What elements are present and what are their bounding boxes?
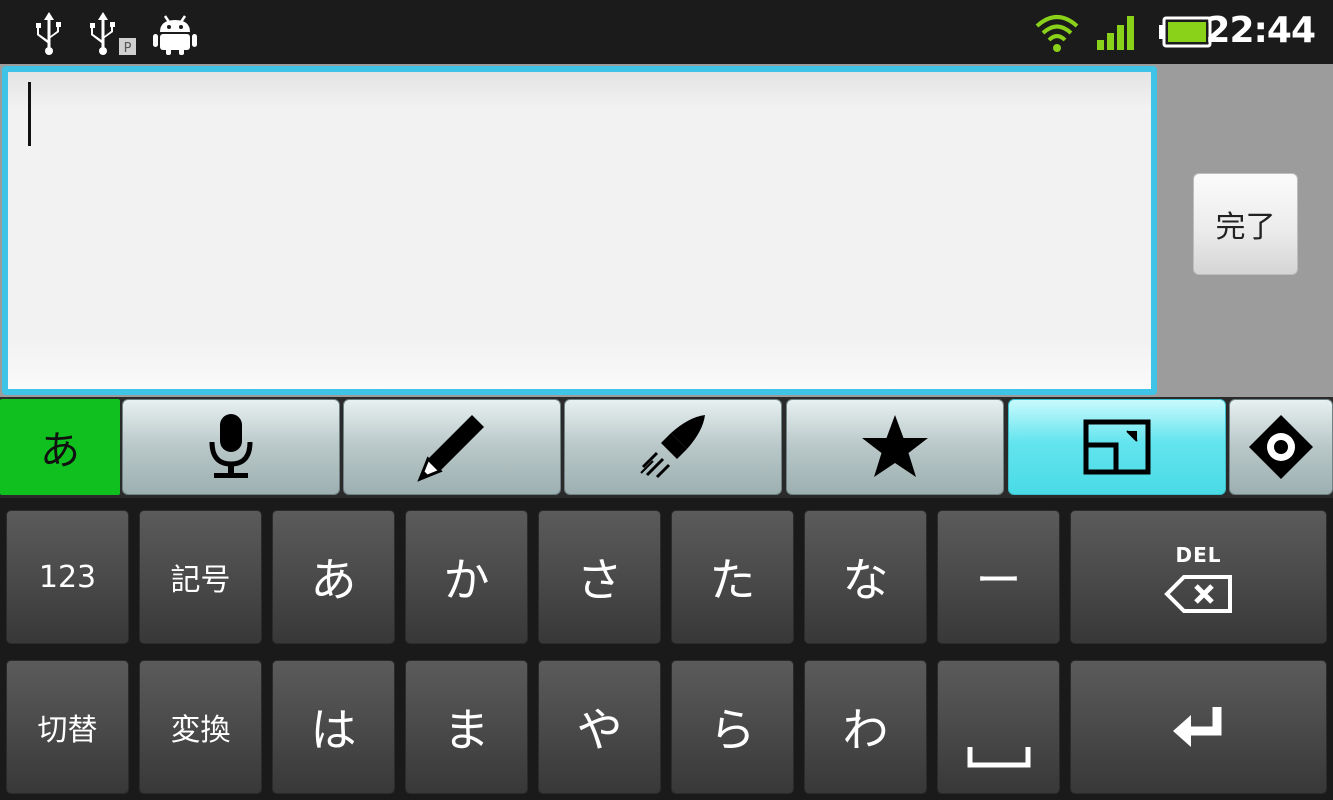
space-icon <box>967 747 1030 768</box>
keyboard: 123 記号 あ か さ た な ー DEL 切替 変換 は ま や ら わ <box>0 498 1333 800</box>
key-numbers[interactable]: 123 <box>6 510 129 644</box>
key-convert[interactable]: 変換 <box>139 660 262 794</box>
window-icon <box>1083 419 1151 475</box>
svg-text:P: P <box>124 41 132 56</box>
key-ha[interactable]: は <box>272 660 395 794</box>
key-ka[interactable]: か <box>405 510 528 644</box>
text-input[interactable] <box>2 66 1157 395</box>
handwriting-button[interactable] <box>343 399 561 495</box>
usb-icon <box>30 10 68 60</box>
battery-icon <box>1158 16 1212 54</box>
delete-label: DEL <box>1175 543 1222 567</box>
star-icon <box>862 415 928 477</box>
rocket-icon <box>640 415 705 479</box>
window-mode-button[interactable] <box>1008 399 1226 495</box>
microphone-icon <box>209 414 253 478</box>
signal-icon <box>1096 12 1140 56</box>
edit-area: 完了 <box>0 64 1333 397</box>
android-icon <box>152 10 198 60</box>
input-mode-button[interactable]: あ <box>0 399 120 495</box>
favorites-button[interactable] <box>786 399 1004 495</box>
dpad-icon <box>1249 415 1313 479</box>
status-clock: 22:44 <box>1205 10 1316 51</box>
delete-key[interactable]: DEL <box>1070 510 1327 644</box>
backspace-icon <box>1163 575 1232 613</box>
key-a[interactable]: あ <box>272 510 395 644</box>
text-cursor <box>28 82 31 146</box>
usb-debug-icon: P <box>86 10 138 60</box>
launcher-button[interactable] <box>564 399 782 495</box>
done-button[interactable]: 完了 <box>1193 173 1298 275</box>
wifi-icon <box>1034 12 1080 58</box>
key-wa[interactable]: わ <box>804 660 927 794</box>
key-ta[interactable]: た <box>671 510 794 644</box>
enter-key[interactable] <box>1070 660 1327 794</box>
enter-icon <box>1172 707 1221 747</box>
status-bar: P 22:44 <box>0 0 1333 64</box>
ime-toolbar: あ <box>0 397 1333 498</box>
pencil-icon <box>417 415 484 482</box>
key-switch[interactable]: 切替 <box>6 660 129 794</box>
key-long-vowel[interactable]: ー <box>937 510 1060 644</box>
cursor-control-button[interactable] <box>1229 399 1333 495</box>
key-ra[interactable]: ら <box>671 660 794 794</box>
space-key[interactable] <box>937 660 1060 794</box>
voice-input-button[interactable] <box>122 399 340 495</box>
key-ya[interactable]: や <box>538 660 661 794</box>
key-symbols[interactable]: 記号 <box>139 510 262 644</box>
key-ma[interactable]: ま <box>405 660 528 794</box>
key-na[interactable]: な <box>804 510 927 644</box>
key-sa[interactable]: さ <box>538 510 661 644</box>
